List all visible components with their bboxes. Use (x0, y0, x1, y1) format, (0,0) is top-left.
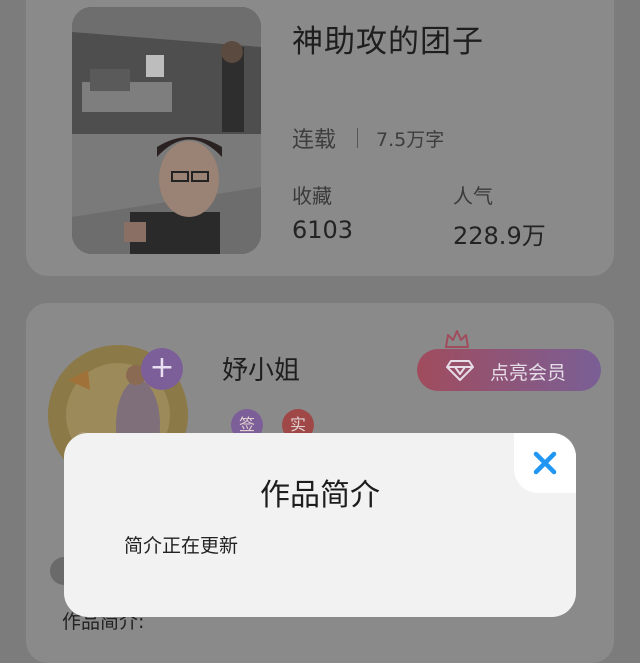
intro-dialog: 作品简介 简介正在更新 (64, 433, 576, 617)
dialog-title: 作品简介 (260, 478, 380, 513)
vip-label: 点亮会员 (490, 362, 567, 384)
author-name: 妤小姐 (222, 356, 301, 386)
popularity-label: 人气 (453, 184, 493, 208)
dialog-body: 简介正在更新 (124, 535, 239, 557)
cover-illustration (72, 7, 261, 254)
close-button[interactable] (514, 433, 576, 493)
book-title: 神助攻的团子 (292, 24, 484, 60)
book-cover[interactable] (72, 7, 261, 254)
popularity-value: 228.9万 (453, 222, 546, 250)
follow-author-button[interactable]: + (141, 348, 183, 390)
favorites-value: 6103 (292, 216, 354, 244)
word-count: 7.5万字 (376, 129, 445, 151)
serial-status: 连载 (292, 128, 337, 153)
close-icon[interactable] (532, 450, 558, 476)
divider (357, 128, 358, 148)
vip-membership-button[interactable]: 点亮会员 (417, 349, 601, 391)
diamond-icon (445, 358, 475, 386)
favorites-label: 收藏 (292, 184, 332, 208)
